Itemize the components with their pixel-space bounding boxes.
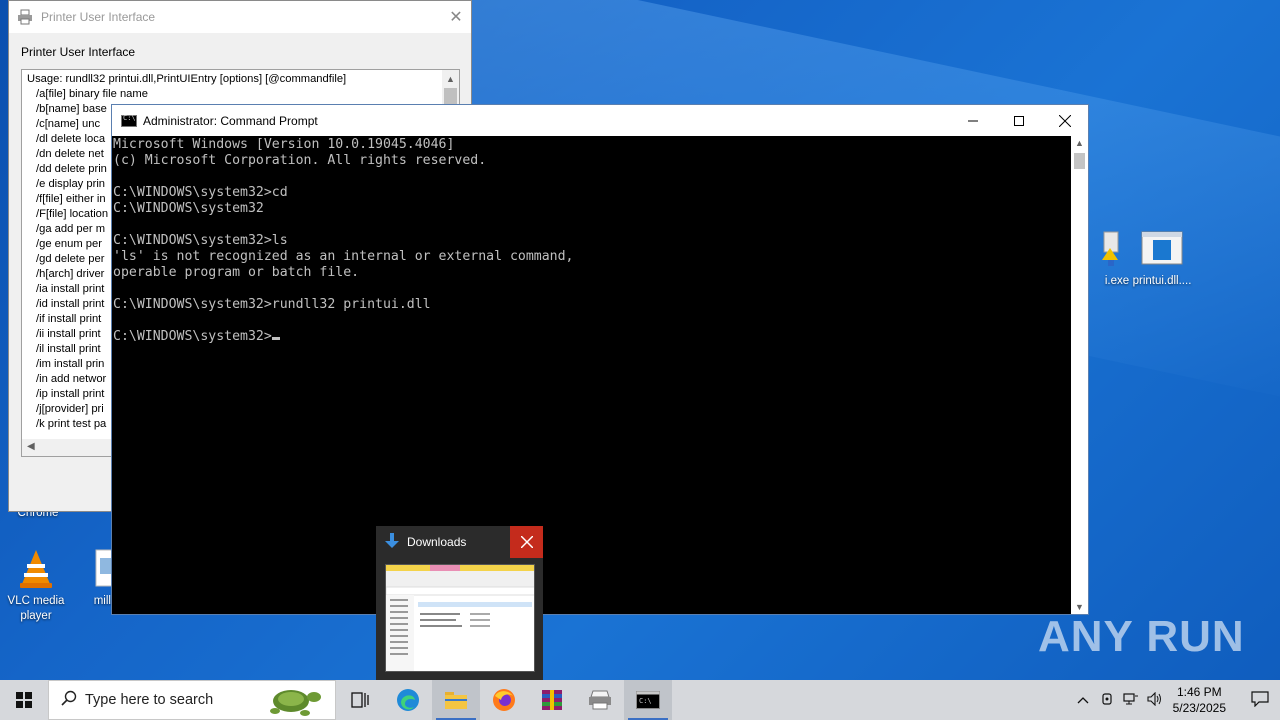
cmd-titlebar[interactable]: Administrator: Command Prompt bbox=[112, 105, 1088, 136]
cmd-line bbox=[113, 313, 1072, 329]
close-icon bbox=[1059, 114, 1071, 127]
text-cursor bbox=[271, 337, 280, 340]
taskbar-file-explorer[interactable] bbox=[432, 680, 480, 720]
desktop-icon-label: printui.dll.... bbox=[1132, 275, 1192, 287]
search-placeholder: Type here to search bbox=[85, 692, 214, 708]
windows-logo-icon bbox=[16, 692, 32, 708]
taskbar-firefox[interactable] bbox=[480, 680, 528, 720]
task-view-button[interactable] bbox=[336, 680, 384, 720]
command-prompt-window[interactable]: Administrator: Command Prompt Microsoft … bbox=[111, 104, 1089, 615]
printer-ui-label: Printer User Interface bbox=[21, 45, 136, 59]
preview-close-button[interactable] bbox=[510, 526, 543, 558]
scroll-up-icon[interactable]: ▲ bbox=[446, 74, 455, 84]
desktop-icon-vlc[interactable]: VLC media player bbox=[0, 546, 74, 624]
notification-icon[interactable] bbox=[1240, 690, 1280, 710]
minimize-button[interactable] bbox=[950, 105, 996, 136]
cmd-line: C:\WINDOWS\system32>ls bbox=[113, 233, 288, 248]
cmd-line: operable program or batch file. bbox=[113, 265, 360, 280]
printer-ui-titlebar[interactable]: Printer User Interface ✕ bbox=[9, 1, 471, 33]
vlc-icon bbox=[14, 546, 58, 590]
desktop: Chrome VLC media player million i.exe pr… bbox=[0, 0, 1280, 680]
clock-time: 1:46 PM bbox=[1176, 685, 1222, 699]
system-tray: 1:46 PM 5/23/2025 bbox=[1071, 680, 1280, 720]
edge-icon bbox=[397, 689, 419, 711]
downloads-taskbar-preview[interactable]: Downloads bbox=[376, 526, 543, 680]
cmd-icon: C:\ bbox=[636, 691, 660, 709]
cmd-line bbox=[113, 281, 1072, 297]
close-icon[interactable]: ✕ bbox=[441, 7, 471, 27]
taskbar-edge[interactable] bbox=[384, 680, 432, 720]
svg-text:C:\: C:\ bbox=[639, 697, 652, 705]
network-device-icon[interactable] bbox=[1095, 692, 1119, 709]
download-arrow-icon bbox=[385, 532, 399, 552]
cmd-icon bbox=[121, 114, 137, 127]
cmd-line bbox=[113, 169, 1072, 185]
usage-line: Usage: rundll32 printui.dll,PrintUIEntry… bbox=[27, 73, 347, 85]
taskbar: Type here to search C:\ 1:46 PM 5/23/202… bbox=[0, 680, 1280, 720]
printer-icon bbox=[17, 9, 33, 25]
usage-line: /a[file] binary file name bbox=[36, 88, 148, 100]
chevron-up-icon[interactable] bbox=[1071, 693, 1095, 707]
task-view-icon bbox=[351, 692, 369, 708]
search-icon bbox=[61, 690, 77, 711]
minimize-icon bbox=[968, 120, 978, 121]
cmd-line bbox=[113, 217, 1072, 233]
taskbar-search-box[interactable]: Type here to search bbox=[48, 680, 336, 720]
cmd-line: Microsoft Windows [Version 10.0.19045.40… bbox=[113, 137, 455, 152]
cmd-line: C:\WINDOWS\system32>rundll32 printui.dll bbox=[113, 297, 431, 312]
taskbar-command-prompt[interactable]: C:\ bbox=[624, 680, 672, 720]
cmd-line: 'ls' is not recognized as an internal or… bbox=[113, 249, 574, 264]
preview-title: Downloads bbox=[407, 535, 467, 549]
start-button[interactable] bbox=[0, 680, 48, 720]
close-icon bbox=[520, 536, 533, 548]
taskbar-clock[interactable]: 1:46 PM 5/23/2025 bbox=[1173, 684, 1226, 716]
close-button[interactable] bbox=[1042, 105, 1088, 136]
scroll-down-icon[interactable]: ▼ bbox=[1075, 602, 1084, 612]
taskbar-printer-ui[interactable] bbox=[576, 680, 624, 720]
firefox-icon bbox=[493, 689, 515, 711]
winrar-icon bbox=[542, 690, 562, 710]
anyrun-watermark: ANY RUN bbox=[1038, 612, 1245, 661]
cmd-line: (c) Microsoft Corporation. All rights re… bbox=[113, 153, 487, 168]
printer-icon bbox=[589, 690, 611, 710]
preview-titlebar: Downloads bbox=[376, 526, 543, 558]
dll-file-icon bbox=[1140, 226, 1184, 270]
printer-ui-title: Printer User Interface bbox=[41, 10, 156, 24]
cmd-prompt-line[interactable]: C:\WINDOWS\system32> bbox=[113, 329, 1072, 345]
desktop-icon-printui-dll[interactable]: printui.dll.... bbox=[1124, 226, 1200, 289]
folder-icon bbox=[445, 692, 467, 709]
maximize-icon bbox=[1014, 115, 1024, 126]
explorer-thumbnail bbox=[385, 564, 535, 672]
cmd-scrollbar[interactable]: ▲ ▼ bbox=[1071, 136, 1088, 614]
cmd-title: Administrator: Command Prompt bbox=[143, 113, 318, 128]
scrollbar-thumb[interactable] bbox=[1074, 153, 1085, 169]
scroll-up-icon[interactable]: ▲ bbox=[1075, 138, 1084, 148]
desktop-icon-label: VLC media player bbox=[7, 595, 65, 622]
turtle-search-highlight-icon bbox=[261, 683, 327, 720]
taskbar-winrar[interactable] bbox=[528, 680, 576, 720]
cmd-output[interactable]: Microsoft Windows [Version 10.0.19045.40… bbox=[112, 136, 1072, 614]
cmd-line: C:\WINDOWS\system32 bbox=[113, 201, 264, 216]
scroll-left-icon[interactable]: ◀ bbox=[27, 441, 35, 452]
volume-icon[interactable] bbox=[1143, 691, 1167, 709]
network-icon[interactable] bbox=[1119, 692, 1143, 709]
maximize-button[interactable] bbox=[996, 105, 1042, 136]
cmd-prompt: C:\WINDOWS\system32> bbox=[113, 329, 272, 344]
cmd-line: C:\WINDOWS\system32>cd bbox=[113, 185, 288, 200]
clock-date: 5/23/2025 bbox=[1172, 701, 1226, 715]
